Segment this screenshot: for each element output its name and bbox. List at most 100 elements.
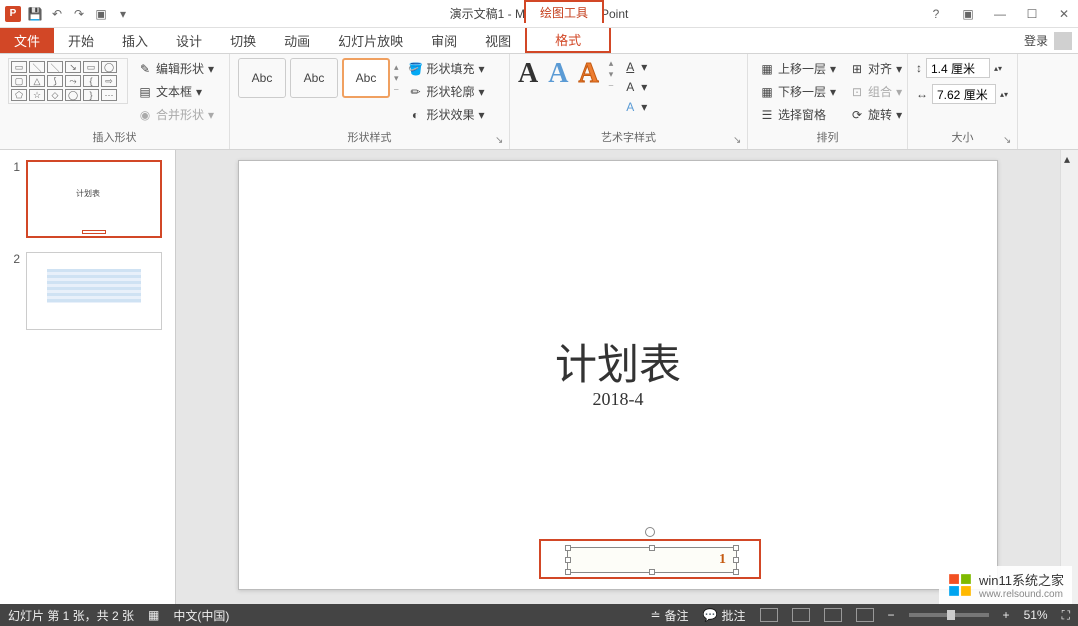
shape-styles-launcher-icon[interactable]: ↘ [495,135,507,147]
shape-star-icon[interactable]: ☆ [29,89,45,101]
wa-up-icon[interactable]: ▴ [609,58,614,69]
slide-counter[interactable]: 幻灯片 第 1 张，共 2 张 [8,607,134,624]
selection-pane-button[interactable]: ☰选择窗格 [756,104,840,125]
size-launcher-icon[interactable]: ↘ [1003,135,1015,147]
slide-subtitle-text[interactable]: 2018-4 [239,389,997,410]
shape-brace-icon[interactable]: { [83,75,99,87]
spellcheck-icon[interactable]: ▦ [148,608,159,622]
shape-bubble-icon[interactable]: ◯ [65,89,81,101]
shape-more-icon[interactable]: ⋯ [101,89,117,101]
zoom-level[interactable]: 51% [1024,608,1048,622]
group-button[interactable]: ⊡组合 ▾ [846,81,906,102]
slide-title-text[interactable]: 计划表 [239,331,997,392]
rotate-button[interactable]: ⟳旋转 ▾ [846,104,906,125]
user-avatar-icon[interactable] [1054,32,1072,50]
tab-view[interactable]: 视图 [471,28,525,53]
shape-callout-icon[interactable]: ◇ [47,89,63,101]
shape-line-icon[interactable]: ＼ [29,61,45,73]
height-input[interactable] [926,58,990,78]
wordart-preset-1[interactable]: A [518,58,538,91]
ribbon-options-icon[interactable]: ▣ [958,4,978,24]
spinner-icon[interactable]: ▴▾ [1000,90,1008,99]
wordart-preset-3[interactable]: A [578,58,598,91]
send-backward-button[interactable]: ▦下移一层 ▾ [756,81,840,102]
wordart-preset-2[interactable]: A [548,58,568,91]
normal-view-icon[interactable] [760,608,778,622]
align-button[interactable]: ⊞对齐 ▾ [846,58,906,79]
close-icon[interactable]: ✕ [1054,4,1074,24]
width-input[interactable] [932,84,996,104]
tab-home[interactable]: 开始 [54,28,108,53]
wordart-gallery[interactable]: A A A ▴ ▾ ⎯ [518,58,613,91]
vertical-scrollbar[interactable]: ▴ [1060,150,1078,604]
tab-file[interactable]: 文件 [0,28,54,53]
zoom-in-icon[interactable]: + [1003,608,1010,622]
text-effects-button[interactable]: A▾ [619,98,651,116]
resize-handle[interactable] [565,557,571,563]
help-icon[interactable]: ? [926,4,946,24]
slide-editing-area[interactable]: 计划表 2018-4 1 [176,150,1060,604]
selected-text-box[interactable]: 1 [567,547,737,573]
shape-line2-icon[interactable]: ＼ [47,61,63,73]
tab-review[interactable]: 审阅 [417,28,471,53]
fit-to-window-icon[interactable]: ⛶ [1062,608,1070,623]
tab-animations[interactable]: 动画 [270,28,324,53]
wordart-launcher-icon[interactable]: ↘ [733,135,745,147]
shape-rect-icon[interactable]: ▭ [11,61,27,73]
tab-design[interactable]: 设计 [162,28,216,53]
resize-handle[interactable] [733,557,739,563]
text-box-button[interactable]: ▤文本框 ▾ [134,81,218,102]
resize-handle[interactable] [649,569,655,575]
slideshow-view-icon[interactable] [856,608,874,622]
zoom-slider[interactable] [909,613,989,617]
shape-rect2-icon[interactable]: ▭ [83,61,99,73]
resize-handle[interactable] [733,545,739,551]
undo-icon[interactable]: ↶ [48,5,66,23]
shape-brack-icon[interactable]: } [83,89,99,101]
minimize-icon[interactable]: — [990,4,1010,24]
zoom-knob[interactable] [947,610,955,620]
resize-handle[interactable] [733,569,739,575]
shape-poly-icon[interactable]: ⬠ [11,89,27,101]
shape-conn-icon[interactable]: ⤳ [65,75,81,87]
resize-handle[interactable] [649,545,655,551]
style-preset-1[interactable]: Abc [238,58,286,98]
language-indicator[interactable]: 中文(中国) [173,607,229,624]
start-slideshow-icon[interactable]: ▣ [92,5,110,23]
slide-thumbnail-2[interactable] [26,252,162,330]
redo-icon[interactable]: ↷ [70,5,88,23]
spinner-icon[interactable]: ▴▾ [994,64,1002,73]
shapes-gallery[interactable]: ▭ ＼ ＼ ↘ ▭ ◯ ▢ △ ⟆ ⤳ { ⇨ ⬠ ☆ ◇ ◯ } ⋯ [8,58,128,104]
bring-forward-button[interactable]: ▦上移一层 ▾ [756,58,840,79]
comments-button[interactable]: 💬 批注 [703,607,746,624]
style-preset-3[interactable]: Abc [342,58,390,98]
gallery-down-icon[interactable]: ▾ [394,73,399,84]
shape-curve-icon[interactable]: ⟆ [47,75,63,87]
shape-effects-button[interactable]: ◐形状效果 ▾ [405,104,489,125]
shape-oval-icon[interactable]: ◯ [101,61,117,73]
edit-shape-button[interactable]: ✎编辑形状 ▾ [134,58,218,79]
shape-roundrect-icon[interactable]: ▢ [11,75,27,87]
sorter-view-icon[interactable] [792,608,810,622]
gallery-up-icon[interactable]: ▴ [394,62,399,73]
shape-outline-button[interactable]: ✏形状轮廓 ▾ [405,81,489,102]
qat-more-icon[interactable]: ▾ [114,5,132,23]
gallery-more-icon[interactable]: ⎯ [394,84,399,95]
tab-format[interactable]: 格式 [541,32,595,47]
slide-thumbnail-1[interactable]: 计划表 [26,160,162,238]
shape-style-gallery[interactable]: Abc Abc Abc ▴ ▾ ⎯ [238,58,399,98]
resize-handle[interactable] [565,545,571,551]
shape-tri-icon[interactable]: △ [29,75,45,87]
tab-insert[interactable]: 插入 [108,28,162,53]
save-icon[interactable]: 💾 [26,5,44,23]
scroll-up-icon[interactable]: ▴ [1064,152,1070,166]
wa-more-icon[interactable]: ⎯ [609,80,614,91]
wa-down-icon[interactable]: ▾ [609,69,614,80]
shape-fill-button[interactable]: 🪣形状填充 ▾ [405,58,489,79]
tab-slideshow[interactable]: 幻灯片放映 [324,28,417,53]
style-preset-2[interactable]: Abc [290,58,338,98]
tab-transitions[interactable]: 切换 [216,28,270,53]
text-outline-button[interactable]: A▾ [619,78,651,96]
text-fill-button[interactable]: A▾ [619,58,651,76]
maximize-icon[interactable]: ☐ [1022,4,1042,24]
